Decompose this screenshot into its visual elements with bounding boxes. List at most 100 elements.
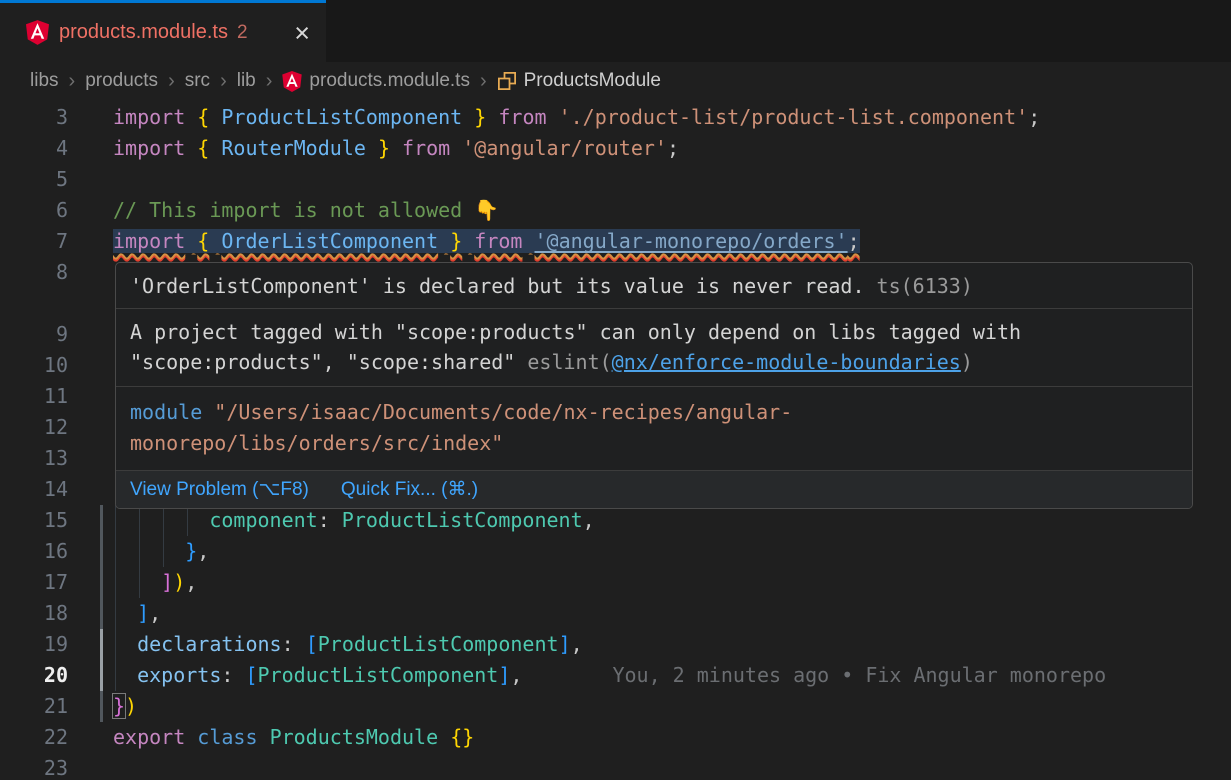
code-line[interactable]: 15 component: ProductListComponent, bbox=[0, 505, 1231, 536]
code-editor: 3 import { ProductListComponent } from '.… bbox=[0, 100, 1231, 780]
code-token bbox=[462, 105, 474, 129]
breadcrumb-separator-icon: › bbox=[220, 70, 227, 93]
breadcrumb-item-products-module-ts[interactable]: products.module.ts bbox=[282, 70, 470, 92]
line-number[interactable]: 21 bbox=[0, 691, 68, 722]
tab-title: products.module.ts bbox=[59, 21, 228, 44]
indent-guide bbox=[139, 567, 140, 598]
quick-fix-button[interactable]: Quick Fix... (⌘.) bbox=[341, 474, 478, 505]
code-token: from bbox=[474, 229, 522, 253]
code-token: ; bbox=[1028, 105, 1040, 129]
breadcrumb-item-productsmodule[interactable]: ProductsModule bbox=[497, 70, 661, 92]
code-line[interactable]: 4 import { RouterModule } from '@angular/… bbox=[0, 133, 1231, 164]
line-number[interactable]: 14 bbox=[0, 474, 68, 505]
code-token: , bbox=[149, 601, 161, 625]
code-line[interactable]: 18 ], bbox=[0, 598, 1231, 629]
breadcrumb-label: products bbox=[85, 70, 158, 92]
code-token: ; bbox=[848, 229, 860, 253]
line-number[interactable]: 12 bbox=[0, 412, 68, 443]
code-token: [ bbox=[306, 632, 318, 656]
code-token: , bbox=[185, 570, 197, 594]
view-problem-button[interactable]: View Problem (⌥F8) bbox=[130, 474, 309, 505]
code-token: export bbox=[113, 725, 185, 749]
indent-guide bbox=[115, 505, 116, 536]
line-content: import { RouterModule } from '@angular/r… bbox=[113, 133, 1231, 164]
breadcrumb-item-libs[interactable]: libs bbox=[30, 70, 59, 92]
line-number[interactable]: 6 bbox=[0, 195, 68, 226]
line-content: declarations: [ProductListComponent], bbox=[113, 629, 1231, 660]
module-keyword: module bbox=[130, 400, 202, 424]
line-number[interactable]: 11 bbox=[0, 381, 68, 412]
ts-error-code: ts(6133) bbox=[865, 274, 973, 298]
code-token: ProductsModule bbox=[270, 725, 439, 749]
code-token: , bbox=[583, 508, 595, 532]
code-token: ) bbox=[173, 570, 185, 594]
angular-file-icon bbox=[26, 20, 49, 45]
line-content: }) bbox=[113, 691, 1231, 722]
code-token bbox=[390, 136, 402, 160]
line-number[interactable]: 3 bbox=[0, 102, 68, 133]
line-number[interactable]: 20 bbox=[0, 660, 68, 691]
indent-guide bbox=[163, 505, 164, 536]
line-number[interactable]: 4 bbox=[0, 133, 68, 164]
code-line[interactable]: 3 import { ProductListComponent } from '.… bbox=[0, 102, 1231, 133]
line-number[interactable]: 18 bbox=[0, 598, 68, 629]
code-token bbox=[209, 105, 221, 129]
code-line[interactable]: 22export class ProductsModule {} bbox=[0, 722, 1231, 753]
line-content: }, bbox=[113, 536, 1231, 567]
code-token: , bbox=[510, 663, 522, 687]
code-token: declarations bbox=[137, 632, 282, 656]
breadcrumb-item-products[interactable]: products bbox=[85, 70, 158, 92]
module-path-info: module "/Users/isaac/Documents/code/nx-r… bbox=[116, 387, 1192, 471]
breadcrumb-item-src[interactable]: src bbox=[185, 70, 210, 92]
code-line[interactable]: 20 exports: [ProductListComponent],You, … bbox=[0, 660, 1231, 691]
line-content: component: ProductListComponent, bbox=[113, 505, 1231, 536]
eslint-message-line1: A project tagged with "scope:products" c… bbox=[130, 320, 1021, 344]
code-token: , bbox=[197, 539, 209, 563]
code-token: } bbox=[185, 539, 197, 563]
breadcrumb: libs›products›src›lib›products.module.ts… bbox=[0, 62, 1231, 100]
line-number[interactable]: 15 bbox=[0, 505, 68, 536]
code-token: RouterModule bbox=[221, 136, 366, 160]
code-line[interactable]: 23 bbox=[0, 753, 1231, 780]
code-line[interactable]: 17 ]), bbox=[0, 567, 1231, 598]
indent-guide bbox=[163, 536, 164, 567]
close-icon[interactable]: × bbox=[294, 23, 310, 43]
code-line[interactable]: 21}) bbox=[0, 691, 1231, 722]
code-line[interactable]: 5 bbox=[0, 164, 1231, 195]
eslint-source-close: ) bbox=[961, 350, 973, 374]
line-content: ]), bbox=[113, 567, 1231, 598]
code-token: ProductListComponent bbox=[318, 632, 559, 656]
line-number[interactable]: 7 bbox=[0, 226, 68, 257]
git-blame-annotation: You, 2 minutes ago • Fix Angular monorep… bbox=[612, 663, 1106, 687]
code-token bbox=[294, 632, 306, 656]
code-token: from bbox=[498, 105, 546, 129]
indent-guide bbox=[115, 567, 116, 598]
breadcrumb-label: src bbox=[185, 70, 210, 92]
code-line[interactable]: 19 declarations: [ProductListComponent], bbox=[0, 629, 1231, 660]
code-line[interactable]: 6// This import is not allowed 👇 bbox=[0, 195, 1231, 226]
line-number[interactable]: 5 bbox=[0, 164, 68, 195]
line-number[interactable]: 10 bbox=[0, 350, 68, 381]
code-token: [ bbox=[245, 663, 257, 687]
line-number[interactable]: 13 bbox=[0, 443, 68, 474]
line-number[interactable]: 8 bbox=[0, 257, 68, 288]
line-number[interactable]: 16 bbox=[0, 536, 68, 567]
code-token bbox=[547, 105, 559, 129]
line-number[interactable]: 19 bbox=[0, 629, 68, 660]
breadcrumb-item-lib[interactable]: lib bbox=[237, 70, 256, 92]
line-content: import { ProductListComponent } from './… bbox=[113, 102, 1231, 133]
code-token bbox=[462, 229, 474, 253]
line-number[interactable]: 23 bbox=[0, 753, 68, 780]
code-line[interactable]: 16 }, bbox=[0, 536, 1231, 567]
tab-products-module[interactable]: products.module.ts 2 × bbox=[0, 0, 326, 62]
code-token: } bbox=[450, 229, 462, 253]
line-number[interactable]: 9 bbox=[0, 319, 68, 350]
eslint-rule-link[interactable]: @nx/enforce-module-boundaries bbox=[612, 350, 961, 374]
breadcrumb-label: products.module.ts bbox=[309, 70, 470, 92]
line-number[interactable]: 17 bbox=[0, 567, 68, 598]
code-token bbox=[185, 725, 197, 749]
code-line[interactable]: 7import { OrderListComponent } from '@an… bbox=[0, 226, 1231, 257]
line-number[interactable]: 22 bbox=[0, 722, 68, 753]
code-token: component bbox=[209, 508, 317, 532]
code-token: 👇 bbox=[474, 198, 499, 222]
